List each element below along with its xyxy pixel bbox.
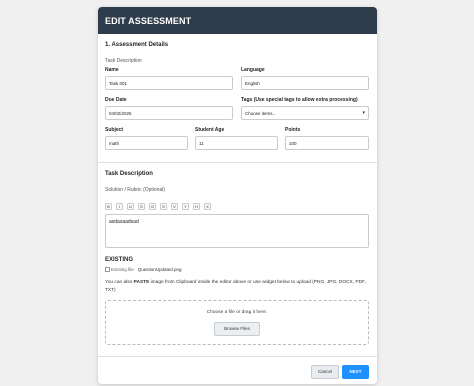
tags-placeholder: Choose items... bbox=[245, 111, 277, 116]
points-label: Points bbox=[285, 127, 301, 133]
toolbar-button-5[interactable]: G bbox=[149, 203, 156, 210]
existing-title: EXISTING bbox=[105, 257, 134, 263]
section-divider bbox=[98, 162, 377, 163]
language-input[interactable]: English bbox=[241, 76, 369, 90]
cancel-button[interactable]: Cancel bbox=[311, 365, 339, 379]
paste-instructions: You can also PASTE image from Clipboard … bbox=[105, 280, 366, 293]
toolbar-button-9[interactable]: H bbox=[193, 203, 200, 210]
card-header: EDIT ASSESSMENT bbox=[98, 7, 377, 34]
editor-text: asdasaadsad bbox=[109, 219, 139, 225]
footer-divider bbox=[98, 356, 377, 357]
tags-select[interactable]: Choose items... ▾ bbox=[241, 106, 369, 120]
name-input[interactable]: Task 001 bbox=[105, 76, 233, 90]
name-label: Name bbox=[105, 67, 119, 73]
rubric-label: Solution / Rubric (Optional) bbox=[105, 187, 166, 193]
existing-file-name: QuestionUpdated.png bbox=[137, 267, 182, 272]
student-age-label: Student Age bbox=[195, 127, 225, 133]
existing-image-alt: Existing file bbox=[111, 267, 134, 272]
details-section-title: 1. Assessment Details bbox=[105, 42, 169, 48]
rubric-editor[interactable]: asdasaadsad bbox=[105, 214, 369, 248]
language-label: Language bbox=[241, 67, 265, 73]
toolbar-button-6[interactable]: S bbox=[160, 203, 167, 210]
points-input[interactable]: 100 bbox=[285, 136, 369, 150]
next-button[interactable]: NEXT bbox=[342, 365, 369, 379]
browse-files-button[interactable]: Browse Files bbox=[214, 322, 260, 336]
edit-assessment-card: EDIT ASSESSMENT 1. Assessment Details Ta… bbox=[98, 7, 377, 384]
dropzone-text: Choose a file or drag it here. bbox=[206, 310, 268, 315]
toolbar-button-8[interactable]: Y bbox=[182, 203, 189, 210]
chevron-down-icon: ▾ bbox=[362, 110, 365, 116]
file-dropzone[interactable]: Choose a file or drag it here. Browse Fi… bbox=[105, 300, 369, 345]
due-date-label: Due Date bbox=[105, 97, 127, 103]
task-description-label: Task Description bbox=[105, 58, 142, 64]
italic-button[interactable]: I bbox=[116, 203, 123, 210]
subject-label: Subject bbox=[105, 127, 124, 133]
tags-label: Tags (Use special tags to allow extra pr… bbox=[241, 97, 358, 103]
due-date-input[interactable]: 04/02/2025 bbox=[105, 106, 233, 120]
strike-button[interactable]: S bbox=[138, 203, 145, 210]
existing-file: Existing file QuestionUpdated.png bbox=[105, 267, 182, 272]
broken-image-icon bbox=[105, 267, 110, 272]
student-age-input[interactable]: 11 bbox=[195, 136, 278, 150]
subject-input[interactable]: math bbox=[105, 136, 188, 150]
underline-button[interactable]: U bbox=[127, 203, 134, 210]
toolbar-button-10[interactable]: X bbox=[204, 203, 211, 210]
bold-button[interactable]: B bbox=[105, 203, 112, 210]
task-section-title: Task Description bbox=[105, 171, 153, 177]
toolbar-button-7[interactable]: V bbox=[171, 203, 178, 210]
